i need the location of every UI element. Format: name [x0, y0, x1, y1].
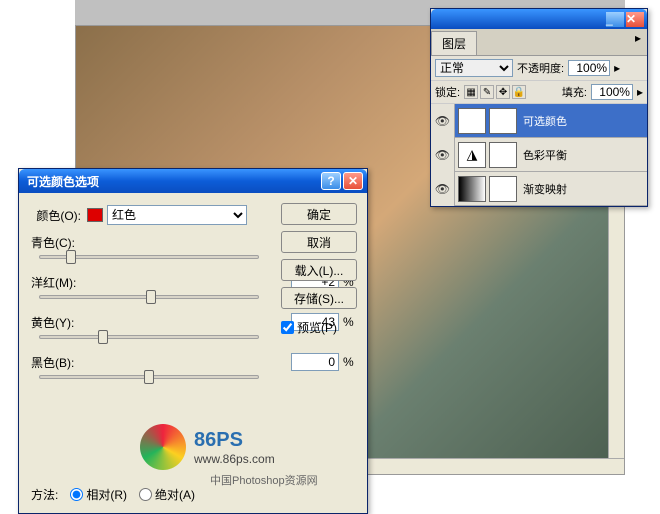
- color-label: 颜色(O):: [31, 207, 87, 224]
- layer-mask-icon[interactable]: [489, 142, 517, 168]
- black-slider[interactable]: [39, 375, 259, 379]
- color-swatch-icon: [87, 208, 103, 222]
- lock-icons: ▦ ✎ ✥ 🔒: [464, 85, 526, 99]
- slider-thumb-icon[interactable]: [66, 250, 76, 264]
- black-label: 黑色(B):: [31, 354, 87, 371]
- lock-label: 锁定:: [435, 84, 460, 100]
- layer-name: 色彩平衡: [521, 147, 647, 163]
- layer-mask-icon[interactable]: [489, 176, 517, 202]
- layer-item[interactable]: 👁 ◮ 色彩平衡: [431, 138, 647, 172]
- color-select[interactable]: 红色: [107, 205, 247, 225]
- panel-titlebar[interactable]: _ ✕: [431, 9, 647, 29]
- method-row: 方法: 相对(R) 绝对(A): [31, 486, 195, 503]
- lock-all-icon[interactable]: 🔒: [512, 85, 526, 99]
- blend-mode-select[interactable]: 正常: [435, 59, 513, 77]
- visibility-eye-icon[interactable]: 👁: [431, 172, 455, 206]
- fill-input[interactable]: [591, 84, 633, 100]
- slider-thumb-icon[interactable]: [98, 330, 108, 344]
- opacity-input[interactable]: [568, 60, 610, 76]
- close-icon[interactable]: ✕: [626, 12, 644, 27]
- visibility-eye-icon[interactable]: 👁: [431, 138, 455, 172]
- tab-layers[interactable]: 图层: [431, 31, 477, 55]
- cancel-button[interactable]: 取消: [281, 231, 357, 253]
- help-icon[interactable]: ?: [321, 172, 341, 190]
- layer-item[interactable]: 👁 ◐ 可选颜色: [431, 104, 647, 138]
- dropdown-arrow-icon[interactable]: ▸: [637, 85, 643, 99]
- absolute-radio[interactable]: 绝对(A): [139, 486, 195, 503]
- dialog-title: 可选颜色选项: [23, 173, 319, 190]
- layer-mask-icon[interactable]: [489, 108, 517, 134]
- color-balance-icon: ◮: [458, 142, 486, 168]
- opacity-label: 不透明度:: [517, 60, 564, 76]
- layer-list: 👁 ◐ 可选颜色 👁 ◮ 色彩平衡 👁 渐变映射: [431, 104, 647, 206]
- selective-color-icon: ◐: [458, 108, 486, 134]
- slider-thumb-icon[interactable]: [146, 290, 156, 304]
- visibility-eye-icon[interactable]: 👁: [431, 104, 455, 138]
- selective-color-dialog: 可选颜色选项 ? ✕ 颜色(O): 红色 青色(C): % 洋红(M): %: [18, 168, 368, 514]
- slider-thumb-icon[interactable]: [144, 370, 154, 384]
- method-label: 方法:: [31, 486, 58, 503]
- black-input[interactable]: [291, 353, 339, 371]
- preview-label: 预览(P): [297, 319, 337, 336]
- watermark-tagline: 中国Photoshop资源网: [210, 472, 318, 488]
- minimize-icon[interactable]: _: [606, 12, 624, 27]
- preview-checkbox[interactable]: [281, 321, 294, 334]
- cyan-slider[interactable]: [39, 255, 259, 259]
- magenta-label: 洋红(M):: [31, 274, 87, 291]
- layer-item[interactable]: 👁 渐变映射: [431, 172, 647, 206]
- lock-move-icon[interactable]: ✥: [496, 85, 510, 99]
- percent-label: %: [339, 355, 357, 369]
- dialog-titlebar[interactable]: 可选颜色选项 ? ✕: [19, 169, 367, 193]
- gradient-map-icon: [458, 176, 486, 202]
- relative-radio[interactable]: 相对(R): [70, 486, 127, 503]
- lock-transparent-icon[interactable]: ▦: [464, 85, 478, 99]
- layers-panel: _ ✕ 图层 ▸ 正常 不透明度: ▸ 锁定: ▦ ✎ ✥ 🔒 填充: ▸ 👁 …: [430, 8, 648, 207]
- magenta-slider[interactable]: [39, 295, 259, 299]
- panel-menu-icon[interactable]: ▸: [629, 29, 647, 55]
- ok-button[interactable]: 确定: [281, 203, 357, 225]
- save-button[interactable]: 存储(S)...: [281, 287, 357, 309]
- lock-paint-icon[interactable]: ✎: [480, 85, 494, 99]
- dropdown-arrow-icon[interactable]: ▸: [614, 61, 620, 75]
- yellow-label: 黄色(Y):: [31, 314, 87, 331]
- close-icon[interactable]: ✕: [343, 172, 363, 190]
- cyan-label: 青色(C):: [31, 234, 87, 251]
- load-button[interactable]: 载入(L)...: [281, 259, 357, 281]
- fill-label: 填充:: [562, 84, 587, 100]
- layer-name: 渐变映射: [521, 181, 647, 197]
- yellow-slider[interactable]: [39, 335, 259, 339]
- layer-name: 可选颜色: [521, 113, 647, 129]
